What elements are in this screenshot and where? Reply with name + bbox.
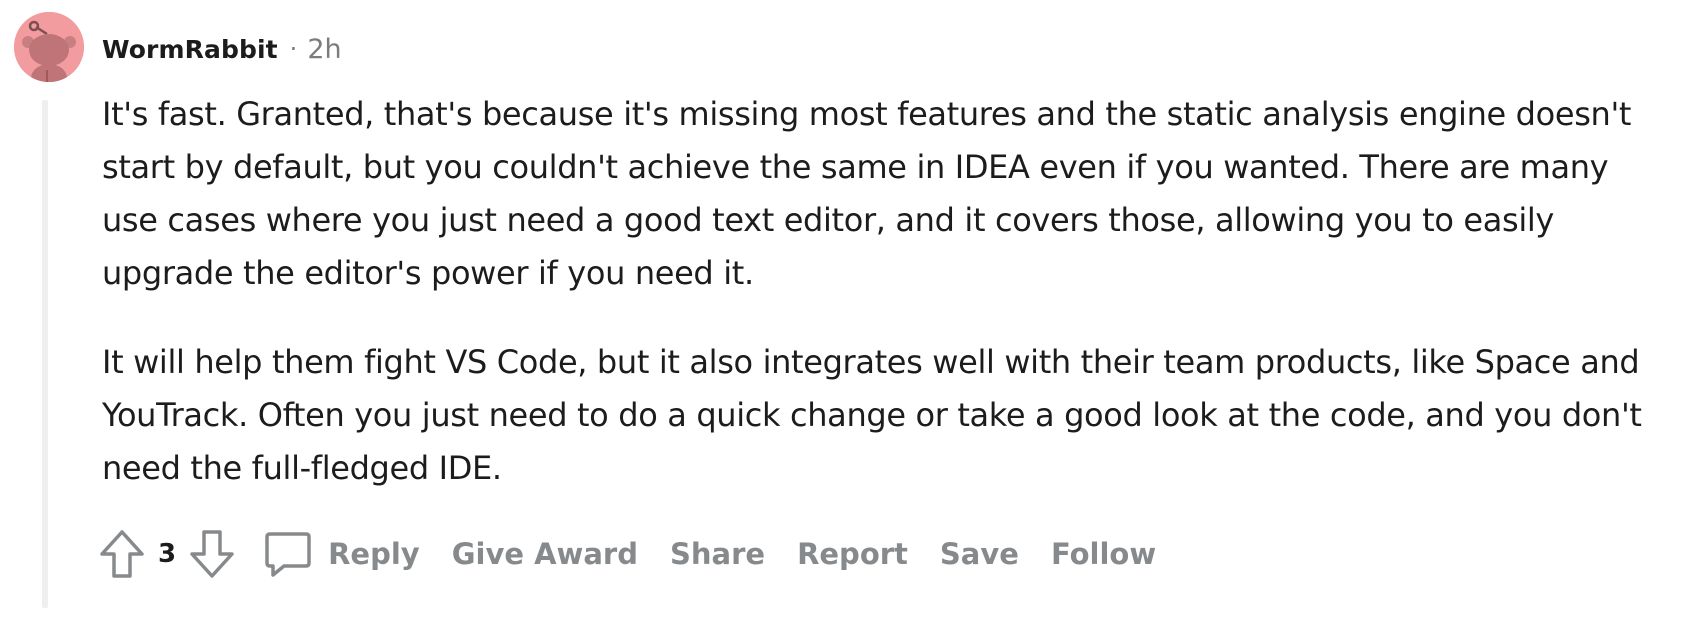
- comment-actions: 3 Reply Give Award Share Report Save Fol…: [96, 524, 1188, 584]
- comment-body: It's fast. Granted, that's because it's …: [102, 88, 1662, 495]
- comment: WormRabbit · 2h It's fast. Granted, that…: [0, 0, 1697, 619]
- reply-button[interactable]: Reply: [262, 528, 420, 580]
- username[interactable]: WormRabbit: [102, 35, 278, 64]
- reddit-snoo-avatar-icon: [14, 12, 84, 82]
- thread-line[interactable]: [42, 100, 48, 608]
- give-award-button[interactable]: Give Award: [452, 537, 638, 571]
- speech-bubble-icon: [265, 532, 311, 577]
- meta-separator: ·: [289, 35, 298, 63]
- reply-label: Reply: [328, 537, 420, 571]
- comment-meta: WormRabbit · 2h: [102, 29, 342, 69]
- comment-paragraph: It will help them fight VS Code, but it …: [102, 343, 1642, 487]
- save-button[interactable]: Save: [940, 537, 1019, 571]
- avatar[interactable]: [14, 12, 84, 82]
- share-button[interactable]: Share: [670, 537, 765, 571]
- upvote-button[interactable]: [96, 526, 148, 582]
- vote-count: 3: [158, 539, 177, 569]
- comment-paragraph: It's fast. Granted, that's because it's …: [102, 95, 1632, 292]
- follow-button[interactable]: Follow: [1051, 537, 1156, 571]
- downvote-button[interactable]: [186, 526, 238, 582]
- arrow-up-icon: [100, 530, 144, 578]
- report-button[interactable]: Report: [797, 537, 908, 571]
- arrow-down-icon: [190, 530, 234, 578]
- timestamp[interactable]: 2h: [307, 34, 341, 65]
